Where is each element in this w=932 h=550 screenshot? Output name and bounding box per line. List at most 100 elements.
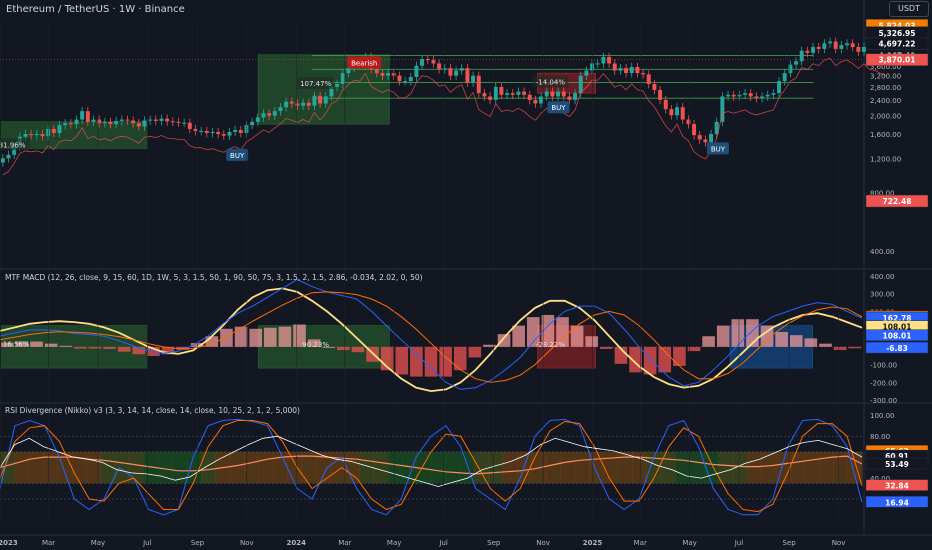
candle	[448, 64, 453, 81]
candle	[833, 37, 838, 54]
rsi-band-cell	[502, 451, 518, 484]
signal-label: Bearish	[351, 59, 377, 67]
rsi-band-cell	[28, 451, 44, 484]
rsi-band-cell	[201, 451, 216, 484]
zone-label: -14.04%	[536, 79, 566, 87]
candle	[505, 89, 510, 100]
candle	[465, 64, 470, 87]
candle	[476, 71, 481, 98]
price-tick: 1,200.00	[870, 155, 901, 163]
candle	[244, 120, 249, 138]
macd-histogram-bar	[395, 346, 409, 375]
currency-selector[interactable]: USDT	[889, 1, 929, 17]
candle	[176, 117, 181, 128]
rsi-band-cell	[373, 451, 389, 484]
candle	[159, 114, 164, 126]
price-tick: 400.00	[870, 248, 895, 256]
candle	[590, 59, 595, 75]
candle	[414, 61, 419, 82]
macd-histogram-bar	[249, 328, 262, 347]
candle	[714, 117, 719, 139]
macd-histogram-bar	[570, 325, 584, 347]
candle	[856, 42, 861, 57]
macd-histogram-bar	[716, 325, 730, 347]
rsi-band-cell	[775, 451, 791, 484]
candle	[703, 135, 708, 147]
rsi-band-cell	[330, 451, 346, 484]
candle	[148, 115, 153, 125]
candle	[420, 54, 425, 71]
price-tick: 3,200.00	[870, 73, 901, 81]
candle	[204, 126, 209, 138]
candle	[624, 64, 629, 78]
candle	[80, 107, 85, 124]
time-tick: Nov	[832, 539, 846, 547]
time-tick: 2025	[583, 539, 603, 547]
time-tick: Sep	[191, 539, 205, 547]
candle	[397, 71, 402, 86]
candle	[765, 90, 770, 101]
price-tick: 2,400.00	[870, 97, 901, 105]
price-badge-label: 3,870.01	[878, 56, 915, 65]
candle	[828, 37, 833, 48]
macd-histogram-bar	[819, 343, 832, 347]
candle	[816, 42, 821, 54]
zone-label: 31.96%	[0, 141, 26, 149]
time-tick: May	[682, 539, 696, 547]
candle	[193, 124, 198, 136]
time-tick: 2024	[286, 539, 306, 547]
candle	[0, 154, 5, 167]
signal-label: BUY	[230, 152, 245, 160]
rsi-band-cell	[86, 451, 102, 484]
chart-title: Ethereum / TetherUS · 1W · Binance	[6, 4, 185, 15]
rsi-band-cell	[603, 451, 619, 484]
candle	[754, 92, 759, 103]
macd-histogram-bar	[789, 335, 803, 347]
macd-tick: -200.00	[870, 379, 897, 387]
candle	[403, 77, 408, 86]
rsi-indicator-title[interactable]: RSI Divergence (Nikko) v3 (3, 3, 14, 14,…	[5, 406, 300, 415]
candle	[697, 130, 702, 144]
candle	[731, 90, 736, 101]
macd-histogram-bar	[234, 326, 248, 347]
candle	[669, 105, 674, 120]
macd-histogram-bar	[585, 336, 599, 347]
candle	[629, 62, 634, 78]
macd-indicator-title[interactable]: MTF MACD (12, 26, close, 9, 15, 60, 1D, …	[5, 273, 423, 282]
signal-label: BUY	[551, 104, 566, 112]
rsi-band-cell	[474, 451, 489, 484]
candle	[471, 71, 476, 87]
candle	[748, 89, 753, 101]
candle	[238, 125, 243, 138]
candle	[618, 64, 623, 75]
price-tick: 2,800.00	[870, 84, 901, 92]
time-tick: May	[387, 539, 401, 547]
candle	[794, 57, 799, 69]
rsi-badge-label: 16.94	[885, 498, 909, 507]
candle	[516, 87, 521, 100]
candle	[811, 42, 816, 58]
candle	[595, 59, 600, 68]
candle	[527, 90, 532, 105]
macd-histogram-bar	[278, 326, 292, 347]
candle	[216, 127, 221, 139]
candle	[652, 79, 657, 95]
candle	[675, 103, 680, 120]
candle	[539, 92, 544, 108]
candle	[182, 118, 187, 128]
price-badge-label: 722.48	[883, 197, 912, 206]
macd-histogram-bar	[117, 346, 131, 352]
candle	[454, 66, 459, 81]
macd-histogram-bar	[673, 346, 686, 366]
rsi-band-cell	[574, 451, 590, 484]
macd-histogram-bar	[337, 346, 350, 351]
rsi-band-cell	[229, 451, 245, 484]
macd-histogram-bar	[702, 336, 715, 347]
macd-histogram-bar	[775, 331, 788, 347]
rsi-band-cell	[790, 451, 806, 484]
macd-histogram-bar	[74, 346, 87, 349]
candle	[187, 118, 192, 134]
candle	[170, 117, 175, 127]
rsi-band-cell	[660, 451, 676, 484]
macd-histogram-bar	[468, 346, 482, 358]
